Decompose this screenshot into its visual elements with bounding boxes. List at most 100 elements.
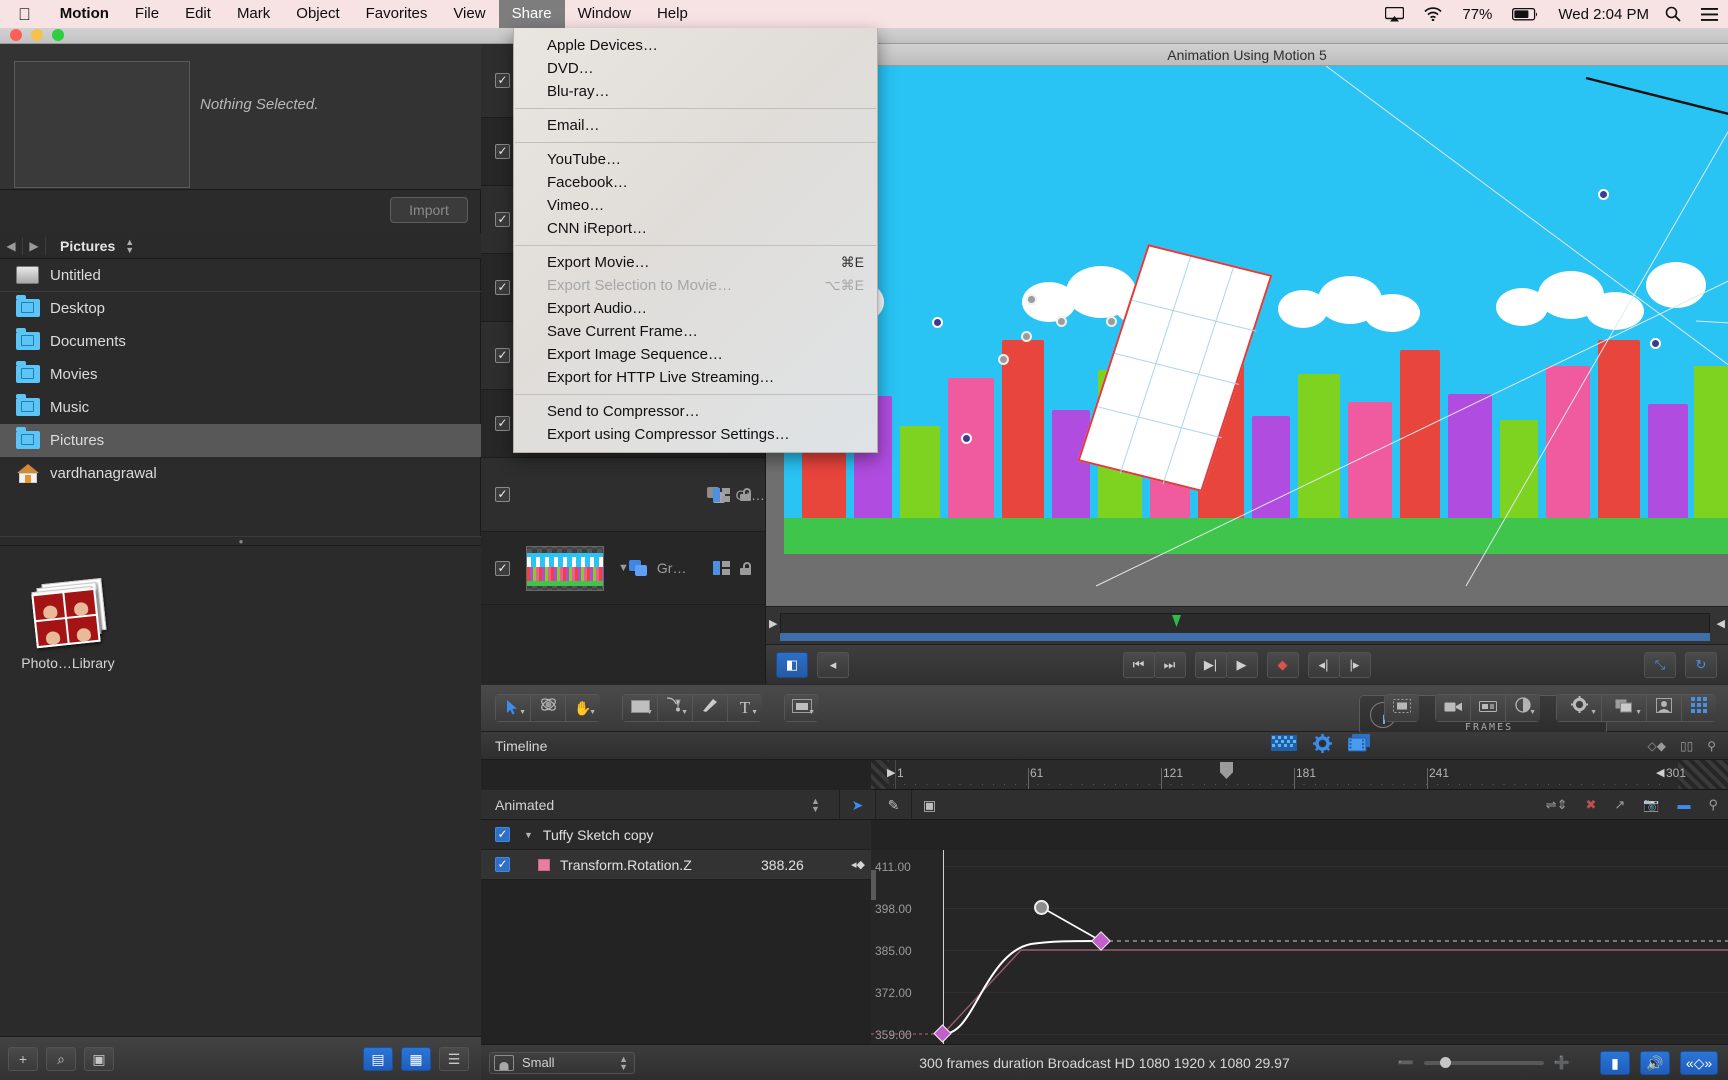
- menu-item-dvd[interactable]: DVD…: [514, 57, 877, 80]
- menu-item-view[interactable]: View: [440, 0, 498, 28]
- path-anchor-point[interactable]: [1650, 338, 1661, 349]
- audio-mute-icon[interactable]: ◂: [817, 651, 849, 678]
- search-icon[interactable]: ⌕: [46, 1046, 76, 1071]
- forward-arrow-icon[interactable]: ▶: [23, 239, 45, 253]
- file-row-music[interactable]: Music: [0, 391, 481, 424]
- bezier-handle[interactable]: [1056, 316, 1067, 327]
- behaviors-icon[interactable]: ▼: [1505, 694, 1540, 722]
- scrub-start-marker[interactable]: ▶: [769, 617, 777, 630]
- pencil-icon[interactable]: ✎: [875, 789, 911, 820]
- minimize-window-button[interactable]: [31, 29, 43, 41]
- chevron-down-icon[interactable]: ▼: [1529, 709, 1536, 716]
- menu-item-save-current-frame[interactable]: Save Current Frame…: [514, 320, 877, 343]
- menu-item-youtube[interactable]: YouTube…: [514, 148, 877, 171]
- gear-icon[interactable]: [1313, 733, 1332, 758]
- zoom-icon[interactable]: ⚲: [1707, 739, 1716, 753]
- add-icon[interactable]: +: [8, 1046, 38, 1071]
- zoom-in-icon[interactable]: ➕: [1554, 1055, 1570, 1071]
- menu-item-vimeo[interactable]: Vimeo…: [514, 194, 877, 217]
- path-anchor-point[interactable]: [1598, 189, 1609, 200]
- blend-mode-icon[interactable]: [713, 561, 730, 575]
- menubar-clock[interactable]: Wed 2:04 PM: [1548, 6, 1655, 23]
- checkerboard-icon[interactable]: [1271, 735, 1297, 756]
- loop-icon[interactable]: ↻: [1685, 651, 1717, 678]
- preview-icon[interactable]: ▣: [84, 1046, 114, 1071]
- step-forward-icon[interactable]: |▸: [1338, 651, 1371, 678]
- file-row-documents[interactable]: Documents: [0, 325, 481, 358]
- import-button[interactable]: Import: [390, 197, 468, 223]
- menu-item-motion[interactable]: Motion: [47, 0, 122, 28]
- menu-item-export-http-live-streaming[interactable]: Export for HTTP Live Streaming…: [514, 366, 877, 389]
- menu-item-cnn-ireport[interactable]: CNN iReport…: [514, 217, 877, 240]
- bezier-handle[interactable]: [1021, 331, 1032, 342]
- menu-item-export-image-sequence[interactable]: Export Image Sequence…: [514, 343, 877, 366]
- chevron-down-icon[interactable]: ▼: [808, 709, 815, 716]
- scrub-end-marker[interactable]: ◀: [1717, 617, 1725, 630]
- menu-item-email[interactable]: Email…: [514, 114, 877, 137]
- audio-icon[interactable]: 🔊: [1640, 1050, 1670, 1075]
- scrubber-range-bar[interactable]: [780, 633, 1710, 641]
- go-to-start-icon[interactable]: ⏮: [1122, 651, 1155, 678]
- camera-icon[interactable]: [1435, 694, 1471, 722]
- bezier-handle[interactable]: [998, 354, 1009, 365]
- keyframe-parameter-value[interactable]: 388.26: [761, 857, 804, 873]
- menu-item-window[interactable]: Window: [565, 0, 644, 28]
- bezier-handle[interactable]: [1034, 900, 1049, 915]
- keyframe-row-checkbox[interactable]: ✓: [495, 827, 510, 842]
- rectangle-icon[interactable]: ▼: [622, 694, 658, 722]
- layer-visibility-checkbox[interactable]: ✓: [495, 73, 510, 88]
- table-row[interactable]: ✓ Transform.Rotation.Z 388.26 ◂◆: [481, 850, 871, 880]
- paint-stroke-icon[interactable]: [692, 694, 728, 722]
- chevron-down-icon[interactable]: ▼: [589, 709, 596, 716]
- delete-keyframe-icon[interactable]: ✖: [1585, 797, 1596, 813]
- layer-visibility-checkbox[interactable]: ✓: [495, 144, 510, 159]
- airplay-icon[interactable]: [1375, 6, 1414, 22]
- 3d-transform-icon[interactable]: [530, 694, 566, 722]
- keyframe-filter-label[interactable]: Animated: [495, 797, 554, 813]
- chevron-down-icon[interactable]: ▼: [751, 709, 758, 716]
- previous-keyframe-icon[interactable]: ⏭: [1153, 651, 1186, 678]
- file-row-desktop[interactable]: Desktop: [0, 292, 481, 325]
- pan-hand-icon[interactable]: ✋ ▼: [565, 694, 600, 722]
- asset-photo-library[interactable]: Photo…Library: [16, 578, 120, 671]
- blend-mode-icon[interactable]: [713, 487, 730, 502]
- path-anchor-point[interactable]: [961, 433, 972, 444]
- apple-logo-icon[interactable]: : [0, 6, 47, 23]
- timeline-ruler[interactable]: ▶ 1 61 121 181 241 301 ◀: [871, 760, 1728, 790]
- gear-icon[interactable]: ▼: [1556, 694, 1602, 722]
- curve-type-icon[interactable]: ⇌⇕: [1546, 797, 1568, 813]
- bezier-pen-icon[interactable]: ▼: [657, 694, 693, 722]
- menu-item-facebook[interactable]: Facebook…: [514, 171, 877, 194]
- zoom-slider-knob[interactable]: [1439, 1056, 1451, 1068]
- text-tool-icon[interactable]: T ▼: [727, 694, 762, 722]
- rig-icon[interactable]: [1470, 694, 1506, 722]
- disclosure-triangle-icon[interactable]: ▼: [524, 830, 533, 840]
- layer-visibility-checkbox[interactable]: ✓: [495, 212, 510, 227]
- go-to-end-icon[interactable]: ▶|: [1194, 651, 1227, 678]
- media-icon[interactable]: [1347, 734, 1370, 757]
- path-stepper-icon[interactable]: ▲ ▼: [125, 237, 134, 254]
- canvas-viewport[interactable]: [766, 66, 1728, 606]
- view-layout-icon[interactable]: [1384, 694, 1419, 722]
- loop-curve-icon[interactable]: ↗: [1614, 797, 1625, 813]
- search-icon[interactable]: [1655, 6, 1691, 22]
- layer-visibility-checkbox[interactable]: ✓: [495, 280, 510, 295]
- grid-view-icon[interactable]: ▦: [401, 1046, 431, 1071]
- snapshot-icon[interactable]: ▯▯: [1680, 739, 1693, 753]
- bezier-handle[interactable]: [1026, 294, 1037, 305]
- play-icon[interactable]: ▶: [1225, 651, 1258, 678]
- zoom-slider[interactable]: [1423, 1056, 1544, 1068]
- menu-item-help[interactable]: Help: [644, 0, 701, 28]
- menu-item-apple-devices[interactable]: Apple Devices…: [514, 34, 877, 57]
- menu-item-export-movie[interactable]: Export Movie… ⌘E: [514, 251, 877, 274]
- menu-item-blu-ray[interactable]: Blu-ray…: [514, 80, 877, 103]
- timeline-view-icon[interactable]: ▮: [1600, 1050, 1630, 1075]
- lock-icon[interactable]: [740, 561, 751, 575]
- current-path-label[interactable]: Pictures: [60, 238, 115, 254]
- record-keyframe-icon[interactable]: ◆: [1266, 651, 1299, 678]
- filters-icon[interactable]: ▼: [1601, 694, 1647, 722]
- zoom-fit-icon[interactable]: ⚲: [1708, 797, 1718, 813]
- box-select-icon[interactable]: ▣: [911, 789, 947, 820]
- menu-item-mark[interactable]: Mark: [224, 0, 283, 28]
- canvas-scrubber[interactable]: ▶ ◀: [766, 606, 1728, 646]
